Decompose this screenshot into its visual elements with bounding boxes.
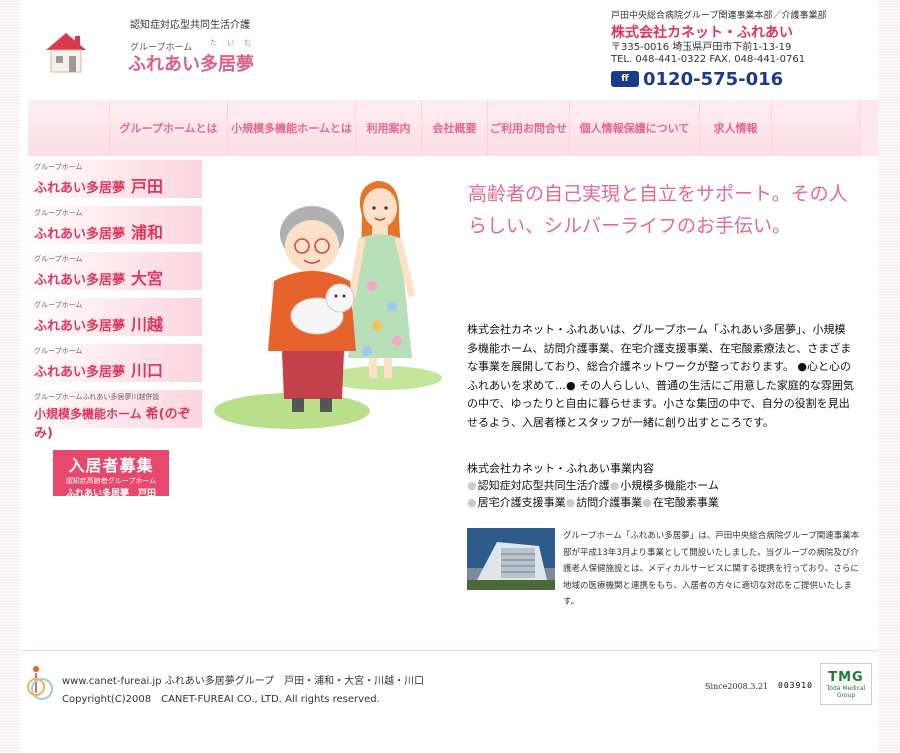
nav-item-guide[interactable]: 利用案内 — [356, 100, 422, 156]
building-photo — [467, 528, 555, 590]
sidebar-item-small: グループホーム — [34, 347, 83, 355]
freedial: ff 0120-575-016 — [611, 68, 783, 90]
recruit-subtitle: 認知症高齢者グループホーム — [65, 477, 157, 485]
sidebar-item-label: ふれあい多居夢 川口 — [34, 357, 163, 381]
tmg-logo-text: TMG — [828, 670, 864, 685]
sidebar-item-name: 小規模多機能ホーム — [34, 407, 142, 421]
sidebar-item-omiya[interactable]: グループホーム ふれあい多居夢 大宮 — [20, 252, 202, 290]
logo-name[interactable]: ふれあい多居夢 — [128, 50, 254, 76]
sidebar-item-label: ふれあい多居夢 大宮 — [34, 265, 163, 289]
nav-item-privacy[interactable]: 個人情報保護について — [570, 100, 700, 156]
business-item: 認知症対応型共同生活介護 — [477, 479, 610, 492]
nav-spacer-end — [772, 100, 860, 156]
logo-ruby: たいむ — [210, 39, 261, 47]
header: 認知症対応型共同生活介護 グループホーム たいむ ふれあい多居夢 戸田中央総合病… — [20, 0, 878, 96]
sidebar-item-city: 川越 — [131, 315, 164, 334]
freedial-icon: ff — [611, 71, 639, 87]
business-list: ●認知症対応型共同生活介護●小規模多機能ホーム ●居宅介護支援事業●訪問介護事業… — [467, 477, 847, 511]
group-note: グループホーム「ふれあい多居夢」は、戸田中央総合病院グループ関連事業本部が平成1… — [563, 531, 860, 607]
nav-spacer — [28, 100, 110, 156]
sidebar-item-name: ふれあい多居夢 — [34, 273, 126, 288]
sidebar-item-label: ふれあい多居夢 戸田 — [34, 173, 163, 197]
hero-headline: 高齢者の自己実現と自立をサポート。その人らしい、シルバーライフのお手伝い。 — [468, 183, 848, 237]
footer-divider — [20, 650, 878, 651]
company-tel: TEL. 048-441-0322 FAX. 048-441-0761 — [611, 54, 806, 65]
sidebar-item-label: ふれあい多居夢 浦和 — [34, 219, 163, 243]
tmg-logo[interactable]: TMG Toda Medical Group — [820, 663, 872, 705]
sidebar-item-toda[interactable]: グループホーム ふれあい多居夢 戸田 — [20, 160, 202, 198]
footer-sites: www.canet-fureai.jp ふれあい多居夢グループ 戸田・浦和・大宮… — [62, 676, 425, 687]
business-title: 株式会社カネット・ふれあい事業内容 — [467, 462, 654, 475]
sidebar-item-nozomi[interactable]: グループホームふれあい多居夢川越併設 小規模多機能ホーム 希(のぞみ) — [20, 390, 202, 441]
company-name: 株式会社カネット・ふれあい — [611, 25, 793, 41]
company-address: 〒335-0016 埼玉県戸田市下前1-13-19 — [611, 42, 792, 53]
nav-item-company[interactable]: 会社概要 — [422, 100, 488, 156]
bullet-icon: ● — [642, 496, 652, 509]
sidebar-item-label: ふれあい多居夢 川越 — [34, 311, 163, 335]
business-item: 在宅酸素事業 — [652, 496, 719, 509]
house-logo-icon[interactable] — [42, 30, 90, 74]
recruit-name: ふれあい多居夢 戸田 — [65, 489, 156, 499]
sidebar-item-city: 浦和 — [131, 223, 164, 242]
nav-item-grouphome[interactable]: グループホームとは — [110, 100, 228, 156]
sidebar-item-small: グループホームふれあい多居夢川越併設 — [34, 393, 160, 401]
freedial-number: 0120-575-016 — [643, 68, 784, 90]
business-item: 訪問介護事業 — [576, 496, 643, 509]
since-date: Since2008.3.21 — [705, 682, 769, 691]
bullet-icon: ● — [609, 479, 620, 492]
sidebar-item-name: ふれあい多居夢 — [34, 319, 126, 334]
logo-subtitle: 認知症対応型共同生活介護 — [130, 20, 250, 31]
fureai-mark-icon — [27, 666, 53, 700]
recruit-banner[interactable]: 入居者募集 認知症高齢者グループホーム ふれあい多居夢 戸田 — [53, 450, 169, 499]
business-item: 小規模多機能ホーム — [620, 479, 719, 492]
bullet-icon: ● — [565, 496, 576, 509]
sidebar: グループホーム ふれあい多居夢 戸田 グループホーム ふれあい多居夢 浦和 グループ… — [20, 160, 202, 441]
business-item: 居宅介護支援事業 — [477, 496, 566, 509]
intro-text: 株式会社カネット・ふれあいは、グループホーム「ふれあい多居夢」、小規模多機能ホー… — [467, 323, 854, 429]
sidebar-item-kawaguchi[interactable]: グループホーム ふれあい多居夢 川口 — [20, 344, 202, 382]
sidebar-item-city: 戸田 — [131, 177, 164, 196]
bullet-icon: ● — [467, 496, 477, 509]
nav-item-jobs[interactable]: 求人情報 — [700, 100, 772, 156]
recruit-title: 入居者募集 — [68, 456, 154, 475]
nav-item-small-multi[interactable]: 小規模多機能ホームとは — [228, 100, 356, 156]
tmg-logo-sub: Toda Medical Group — [826, 685, 866, 699]
nav-item-contact[interactable]: ご利用お問合せ — [488, 100, 570, 156]
sidebar-item-small: グループホーム — [34, 301, 83, 309]
sidebar-item-label: 小規模多機能ホーム 希(のぞみ) — [34, 403, 202, 441]
caregiver-illustration — [214, 181, 442, 429]
sidebar-item-small: グループホーム — [34, 255, 83, 263]
sidebar-item-city: 大宮 — [131, 269, 164, 288]
sidebar-item-urawa[interactable]: グループホーム ふれあい多居夢 浦和 — [20, 206, 202, 244]
footer-copyright: Copyright(C)2008 CANET-FUREAI CO., LTD. … — [62, 694, 380, 705]
visit-counter: 003910 — [778, 681, 813, 690]
bullet-icon: ● — [467, 479, 477, 492]
sidebar-item-city: 川口 — [131, 361, 164, 380]
main-nav: グループホームとは 小規模多機能ホームとは 利用案内 会社概要 ご利用お問合せ … — [28, 100, 878, 156]
sidebar-item-small: グループホーム — [34, 163, 83, 171]
sidebar-item-kawagoe[interactable]: グループホーム ふれあい多居夢 川越 — [20, 298, 202, 336]
sidebar-item-name: ふれあい多居夢 — [34, 365, 126, 380]
sidebar-item-small: グループホーム — [34, 209, 83, 217]
sidebar-item-name: ふれあい多居夢 — [34, 227, 126, 242]
company-group: 戸田中央総合病院グループ関連事業本部／介護事業部 — [611, 11, 827, 21]
sidebar-item-name: ふれあい多居夢 — [34, 181, 126, 196]
